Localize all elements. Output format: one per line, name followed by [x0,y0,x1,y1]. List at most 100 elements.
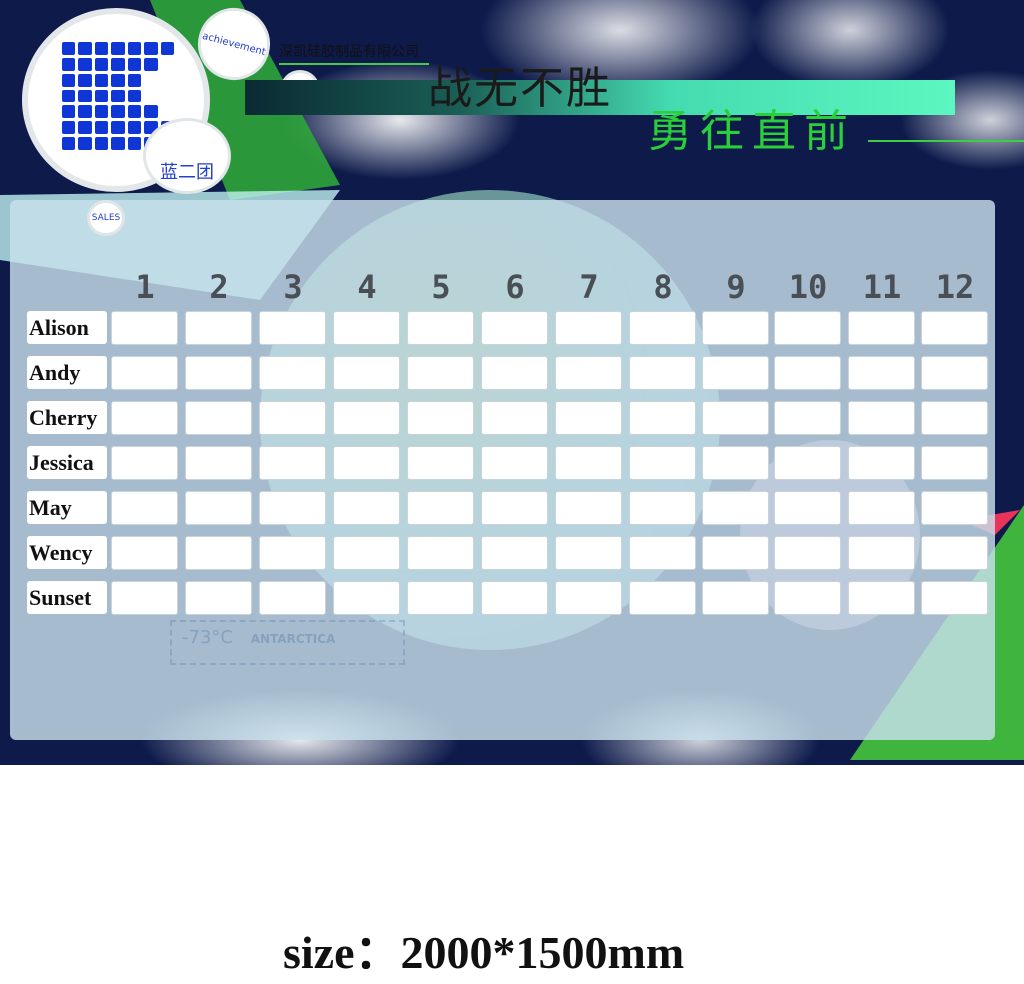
table-cell[interactable] [185,536,252,570]
table-cell[interactable] [702,401,769,435]
table-cell[interactable] [921,446,988,480]
table-cell[interactable] [111,401,178,435]
table-cell[interactable] [259,356,326,390]
table-cell[interactable] [629,356,696,390]
table-cell[interactable] [702,536,769,570]
table-cell[interactable] [111,446,178,480]
table-cell[interactable] [921,491,988,525]
table-cell[interactable] [407,581,474,615]
table-cell[interactable] [774,581,841,615]
table-cell[interactable] [848,311,915,345]
table-cell[interactable] [259,401,326,435]
table-cell[interactable] [185,446,252,480]
logo-square [94,42,109,55]
logo-square [144,105,158,119]
table-cell[interactable] [848,356,915,390]
table-cell[interactable] [774,536,841,570]
table-cell[interactable] [333,491,400,525]
table-cell[interactable] [333,536,400,570]
table-cell[interactable] [629,536,696,570]
logo-square [94,105,109,119]
table-cell[interactable] [333,311,400,345]
table-cell[interactable] [333,446,400,480]
table-cell[interactable] [111,356,178,390]
antarctica-stamp: -73°C ANTARCTICA [170,620,405,665]
table-cell[interactable] [259,491,326,525]
table-cell[interactable] [702,446,769,480]
table-cell[interactable] [481,401,548,435]
table-cell[interactable] [185,401,252,435]
table-cell[interactable] [921,581,988,615]
logo-square [127,42,142,55]
logo-square [78,57,92,71]
table-cell[interactable] [555,311,622,345]
table-cell[interactable] [407,311,474,345]
logo-square [94,73,109,87]
table-cell[interactable] [407,356,474,390]
row-name: Sunset [27,581,107,614]
table-cell[interactable] [848,491,915,525]
month-header: 10 [788,268,828,306]
table-cell[interactable] [481,536,548,570]
table-cell[interactable] [407,536,474,570]
table-cell[interactable] [848,536,915,570]
table-cell[interactable] [407,446,474,480]
logo-square [111,42,125,55]
table-cell[interactable] [555,356,622,390]
table-cell[interactable] [555,401,622,435]
table-cell[interactable] [774,356,841,390]
table-cell[interactable] [848,581,915,615]
table-cell[interactable] [333,356,400,390]
table-cell[interactable] [921,311,988,345]
row-name: Jessica [27,446,107,479]
table-cell[interactable] [481,446,548,480]
table-cell[interactable] [111,581,178,615]
table-cell[interactable] [185,491,252,525]
table-cell[interactable] [848,446,915,480]
table-cell[interactable] [921,536,988,570]
logo-square [127,105,142,119]
table-cell[interactable] [629,401,696,435]
table-cell[interactable] [702,491,769,525]
table-cell[interactable] [111,311,178,345]
table-cell[interactable] [848,401,915,435]
table-cell[interactable] [259,536,326,570]
table-cell[interactable] [481,491,548,525]
table-cell[interactable] [702,311,769,345]
table-cell[interactable] [629,446,696,480]
table-cell[interactable] [555,446,622,480]
table-cell[interactable] [111,536,178,570]
table-cell[interactable] [629,491,696,525]
table-cell[interactable] [702,581,769,615]
table-cell[interactable] [774,311,841,345]
row-name: Wency [27,536,107,569]
table-cell[interactable] [702,356,769,390]
month-header: 2 [209,268,229,306]
table-cell[interactable] [555,581,622,615]
table-cell[interactable] [629,311,696,345]
table-cell[interactable] [921,356,988,390]
table-cell[interactable] [774,401,841,435]
table-cell[interactable] [921,401,988,435]
table-cell[interactable] [555,491,622,525]
table-cell[interactable] [481,311,548,345]
table-cell[interactable] [333,401,400,435]
table-cell[interactable] [333,581,400,615]
month-header: 7 [579,268,599,306]
table-cell[interactable] [185,311,252,345]
table-cell[interactable] [259,581,326,615]
table-cell[interactable] [185,581,252,615]
table-cell[interactable] [407,401,474,435]
table-cell[interactable] [774,491,841,525]
table-cell[interactable] [259,311,326,345]
table-cell[interactable] [629,581,696,615]
table-cell[interactable] [407,491,474,525]
table-cell[interactable] [111,491,178,525]
table-cell[interactable] [555,536,622,570]
table-cell[interactable] [185,356,252,390]
logo-square [78,73,92,87]
table-cell[interactable] [481,581,548,615]
table-cell[interactable] [481,356,548,390]
table-cell[interactable] [259,446,326,480]
table-cell[interactable] [774,446,841,480]
